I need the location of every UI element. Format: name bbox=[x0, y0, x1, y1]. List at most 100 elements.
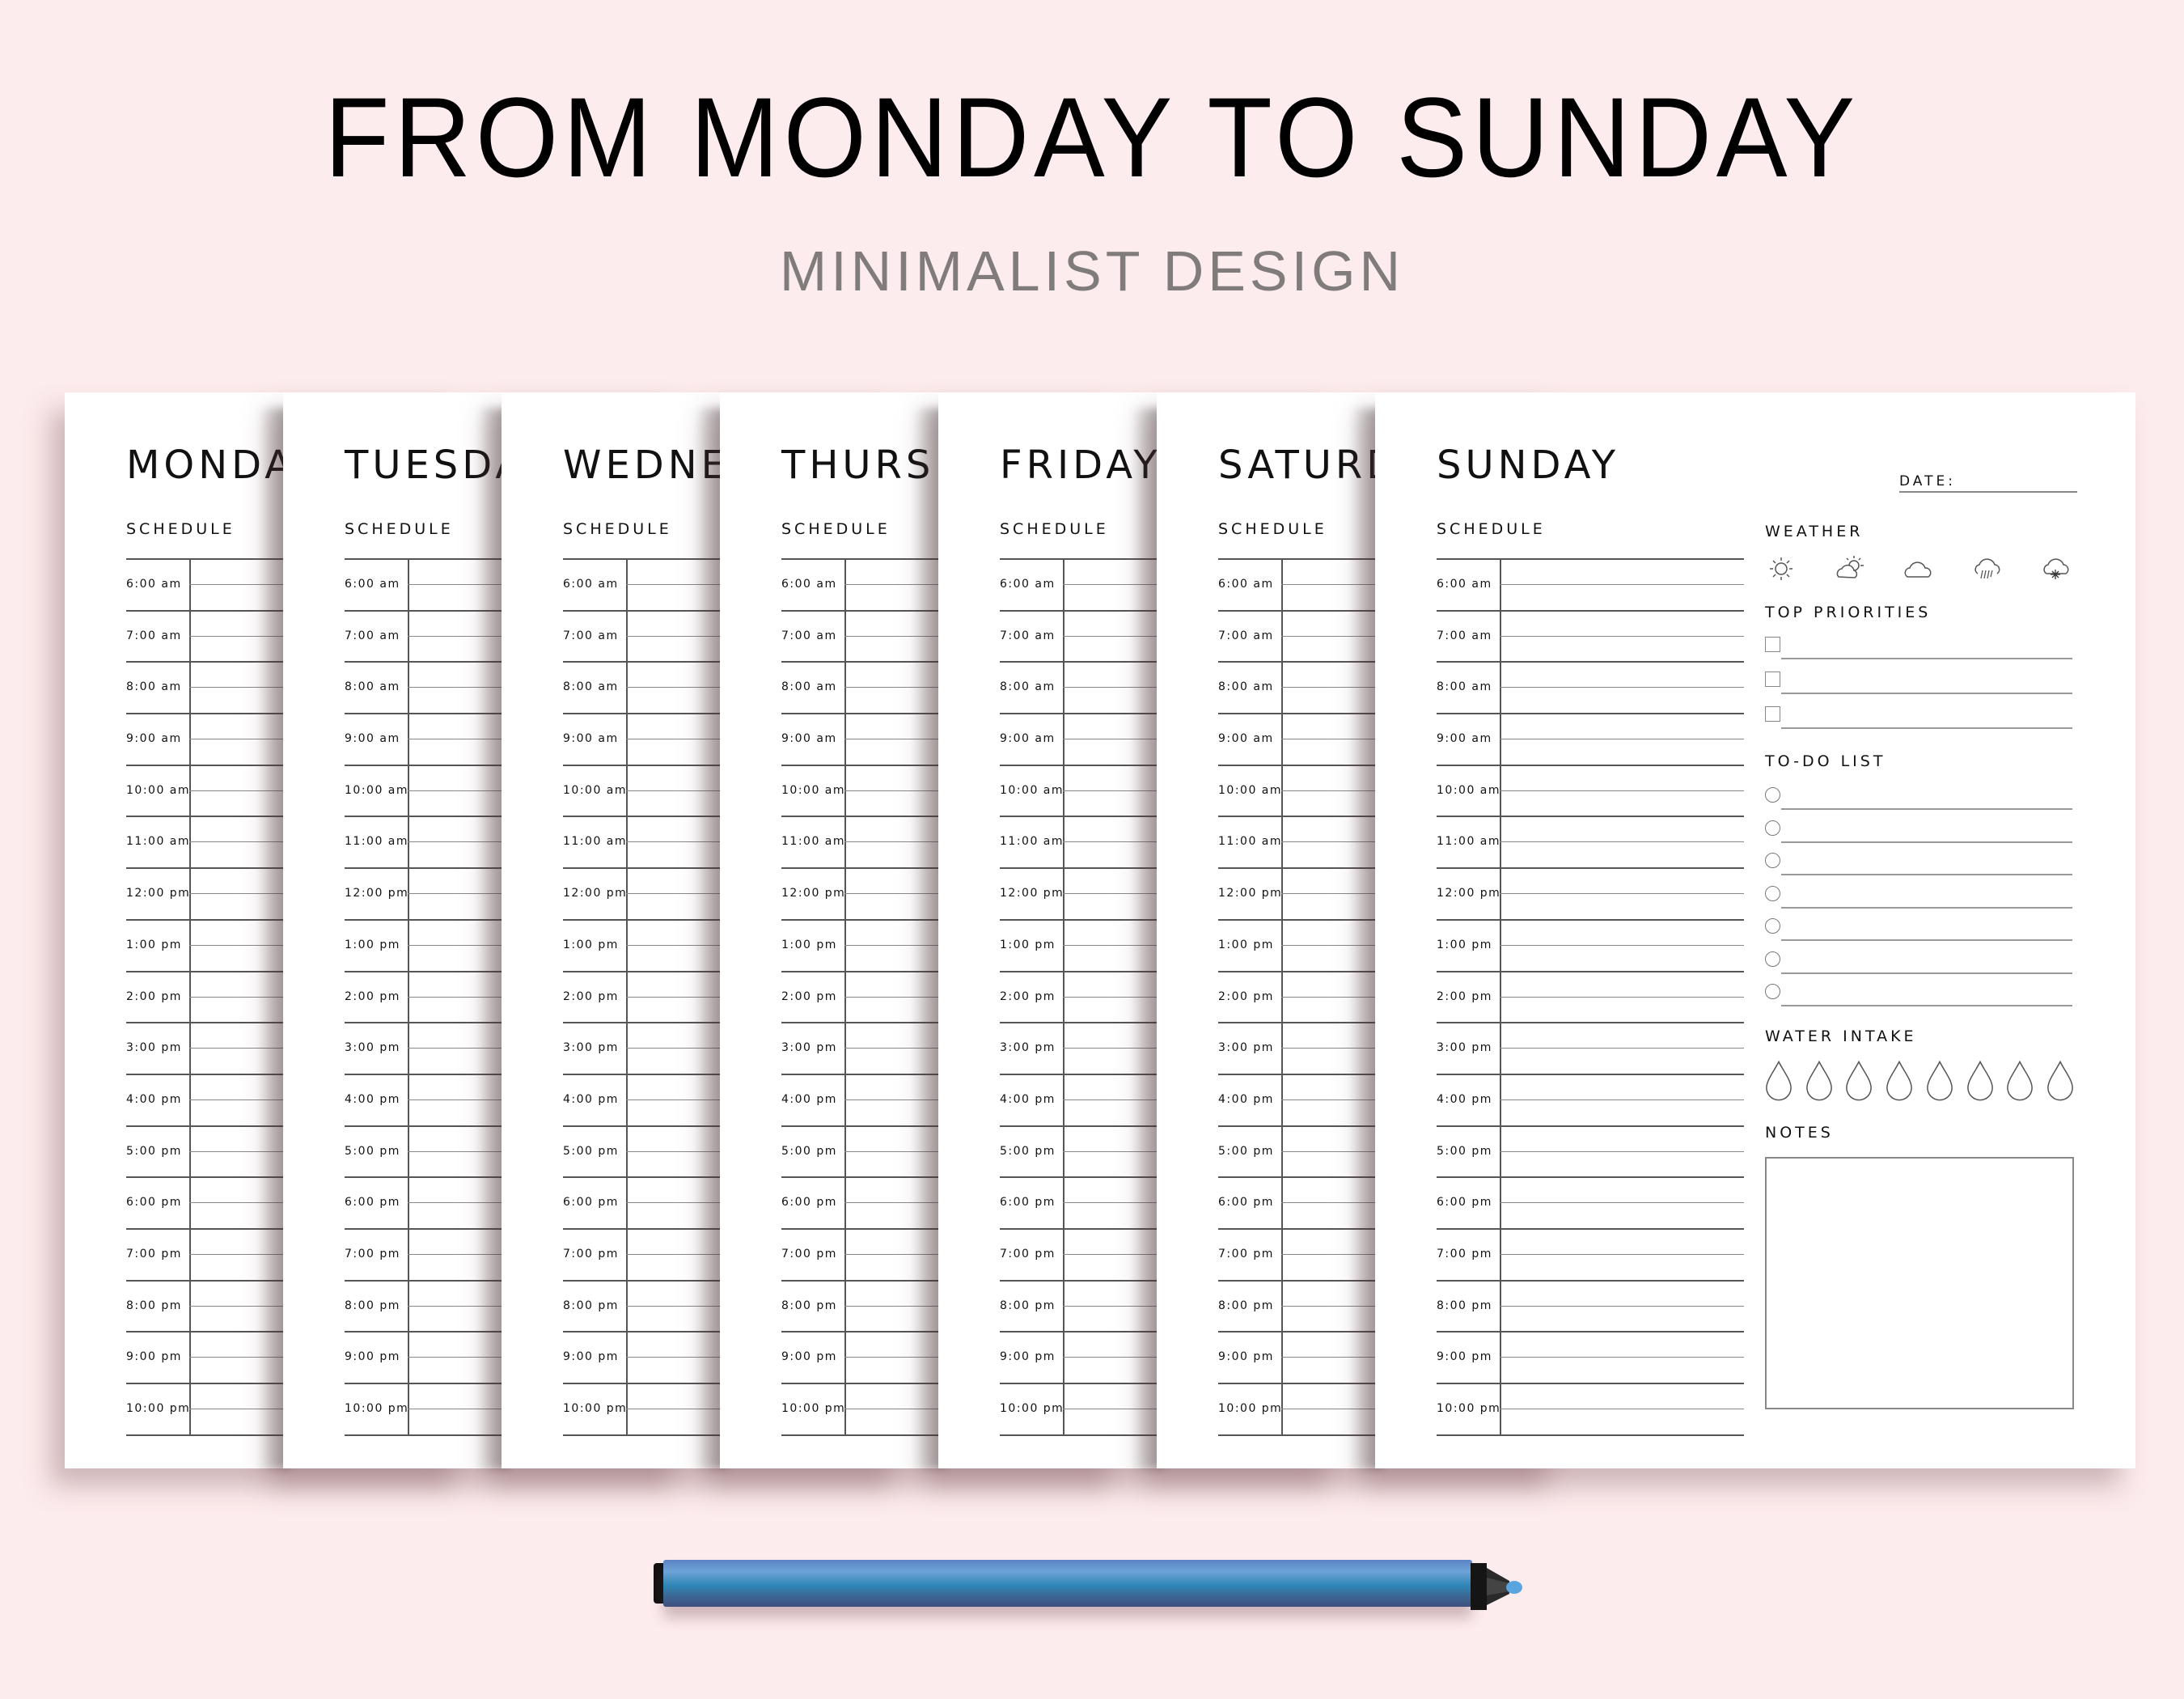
time-label: 2:00 pm bbox=[1218, 989, 1274, 1003]
time-label: 8:00 pm bbox=[1437, 1299, 1492, 1312]
todo-item[interactable] bbox=[1765, 950, 2072, 982]
schedule-row[interactable]: 6:00 am bbox=[1437, 558, 1744, 612]
schedule-row[interactable]: 10:00 am bbox=[1437, 764, 1744, 818]
circle-checkbox-icon[interactable] bbox=[1765, 885, 1780, 901]
notes-box[interactable] bbox=[1765, 1157, 2074, 1409]
schedule-row[interactable]: 8:00 pm bbox=[1437, 1279, 1744, 1333]
time-label: 8:00 pm bbox=[1218, 1299, 1274, 1312]
schedule-row[interactable]: 12:00 pm bbox=[1437, 867, 1744, 921]
time-label: 12:00 pm bbox=[126, 887, 191, 900]
half-hour-line bbox=[1500, 1253, 1744, 1255]
time-label: 10:00 pm bbox=[563, 1402, 628, 1415]
todo-line bbox=[1781, 874, 2072, 875]
time-label: 9:00 pm bbox=[781, 1350, 837, 1364]
circle-checkbox-icon[interactable] bbox=[1765, 984, 1780, 999]
time-label: 6:00 pm bbox=[781, 1196, 837, 1210]
page-content: FRIDAY SCHEDULE 6:00 am 7:00 am 8:00 am 9:00 … bbox=[938, 392, 1157, 1468]
priority-item[interactable] bbox=[1765, 670, 2072, 702]
time-label: 9:00 pm bbox=[1218, 1350, 1274, 1364]
priority-item[interactable] bbox=[1765, 705, 2072, 737]
schedule-row[interactable]: 1:00 pm bbox=[1437, 918, 1744, 972]
todo-item[interactable] bbox=[1765, 884, 2072, 917]
time-label: 5:00 pm bbox=[1218, 1144, 1274, 1158]
time-label: 7:00 am bbox=[126, 629, 182, 642]
water-drop-icon[interactable] bbox=[1886, 1060, 1913, 1102]
cloud-icon[interactable] bbox=[1903, 554, 1935, 583]
sun-icon[interactable] bbox=[1765, 554, 1797, 583]
schedule-row[interactable]: 7:00 pm bbox=[1437, 1227, 1744, 1282]
todo-item[interactable] bbox=[1765, 786, 2072, 818]
pen-icon bbox=[663, 1560, 1472, 1607]
todo-line bbox=[1781, 906, 2072, 909]
schedule-label: SCHEDULE bbox=[1437, 520, 1546, 538]
schedule-row[interactable]: 5:00 pm bbox=[1437, 1125, 1744, 1179]
time-label: 7:00 am bbox=[563, 629, 619, 642]
schedule-row[interactable]: 11:00 am bbox=[1437, 816, 1744, 870]
time-label: 4:00 pm bbox=[1000, 1092, 1056, 1106]
circle-checkbox-icon[interactable] bbox=[1765, 787, 1780, 803]
time-label: 9:00 am bbox=[1218, 732, 1274, 746]
time-label: 7:00 pm bbox=[1218, 1247, 1274, 1260]
time-label: 10:00 pm bbox=[1000, 1402, 1064, 1415]
todo-item[interactable] bbox=[1765, 982, 2072, 1015]
notes-label: NOTES bbox=[1765, 1124, 1834, 1142]
water-drop-icon[interactable] bbox=[2046, 1060, 2074, 1102]
water-drop-icon[interactable] bbox=[2006, 1060, 2034, 1102]
checkbox-icon[interactable] bbox=[1765, 672, 1780, 687]
water-drop-icon[interactable] bbox=[1805, 1060, 1833, 1102]
weather-label: WEATHER bbox=[1765, 523, 1864, 540]
circle-checkbox-icon[interactable] bbox=[1765, 820, 1780, 836]
checkbox-icon[interactable] bbox=[1765, 706, 1780, 722]
half-hour-line bbox=[1500, 1305, 1744, 1307]
half-hour-line bbox=[1500, 687, 1744, 688]
todo-item[interactable] bbox=[1765, 917, 2072, 949]
time-label: 11:00 am bbox=[345, 835, 409, 849]
circle-checkbox-icon[interactable] bbox=[1765, 853, 1780, 868]
water-drop-icon[interactable] bbox=[1765, 1060, 1792, 1102]
schedule-label: SCHEDULE bbox=[1218, 520, 1327, 538]
time-label: 10:00 pm bbox=[1218, 1402, 1283, 1415]
time-label: 3:00 pm bbox=[563, 1041, 619, 1055]
time-label: 8:00 am bbox=[1000, 680, 1056, 694]
priority-item[interactable] bbox=[1765, 635, 2072, 667]
schedule-row[interactable]: 4:00 pm bbox=[1437, 1073, 1744, 1127]
schedule-row[interactable]: 10:00 pm bbox=[1437, 1383, 1744, 1436]
schedule-row[interactable]: 7:00 am bbox=[1437, 609, 1744, 663]
checkbox-icon[interactable] bbox=[1765, 637, 1780, 652]
partly-cloudy-icon[interactable] bbox=[1834, 554, 1866, 583]
time-label: 1:00 pm bbox=[1218, 938, 1274, 951]
pen-tip-icon bbox=[1471, 1563, 1522, 1610]
water-drop-icon[interactable] bbox=[1926, 1060, 1953, 1102]
time-label: 10:00 am bbox=[1437, 783, 1501, 797]
time-label: 6:00 am bbox=[1437, 578, 1492, 591]
priority-line bbox=[1781, 693, 2072, 694]
subtitle: MINIMALIST DESIGN bbox=[779, 239, 1405, 303]
half-hour-line bbox=[1500, 790, 1744, 791]
water-drop-icon[interactable] bbox=[1966, 1060, 1994, 1102]
time-label: 6:00 pm bbox=[1218, 1196, 1274, 1210]
page-content: SUNDAY SCHEDULE 6:00 am 7:00 am 8:00 am 9:00 … bbox=[1375, 392, 2135, 1468]
schedule-row[interactable]: 2:00 pm bbox=[1437, 970, 1744, 1024]
snow-icon[interactable] bbox=[2040, 554, 2072, 583]
circle-checkbox-icon[interactable] bbox=[1765, 918, 1780, 934]
schedule-row[interactable]: 6:00 pm bbox=[1437, 1176, 1744, 1230]
schedule-row[interactable]: 9:00 am bbox=[1437, 713, 1744, 766]
schedule-row[interactable]: 9:00 pm bbox=[1437, 1331, 1744, 1384]
time-label: 2:00 pm bbox=[345, 989, 400, 1003]
todo-item[interactable] bbox=[1765, 851, 2072, 883]
time-label: 8:00 pm bbox=[1000, 1299, 1056, 1312]
time-label: 8:00 am bbox=[1218, 680, 1274, 694]
time-label: 6:00 pm bbox=[1000, 1196, 1056, 1210]
time-label: 9:00 am bbox=[563, 732, 619, 746]
time-label: 6:00 pm bbox=[345, 1196, 400, 1210]
time-label: 6:00 am bbox=[1218, 578, 1274, 591]
schedule-row[interactable]: 3:00 pm bbox=[1437, 1022, 1744, 1075]
date-field[interactable]: DATE: bbox=[1899, 473, 2077, 493]
water-drop-icon[interactable] bbox=[1845, 1060, 1873, 1102]
rain-icon[interactable] bbox=[1971, 554, 2004, 583]
day-title: SUNDAY bbox=[1437, 443, 1620, 488]
time-label: 10:00 am bbox=[781, 783, 846, 797]
todo-item[interactable] bbox=[1765, 819, 2072, 851]
schedule-row[interactable]: 8:00 am bbox=[1437, 661, 1744, 715]
circle-checkbox-icon[interactable] bbox=[1765, 951, 1780, 967]
